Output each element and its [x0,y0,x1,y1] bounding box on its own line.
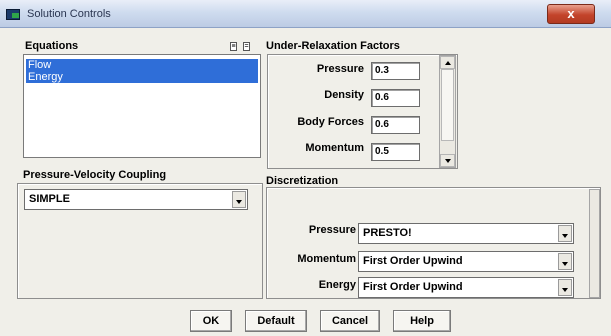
pressure-scheme-label: Pressure [308,224,356,236]
scroll-down-icon[interactable] [440,154,455,167]
momentum-relax-input[interactable]: 0.5 [371,143,420,161]
energy-scheme-label: Energy [318,279,356,291]
scroll-up-icon[interactable] [440,56,455,69]
pressure-scheme-value: PRESTO! [363,227,412,239]
discretization-scrollbar[interactable] [589,189,600,298]
equation-item-energy[interactable]: Energy [26,71,258,83]
under-relaxation-scrollbar[interactable] [439,55,456,168]
momentum-scheme-value: First Order Upwind [363,255,463,267]
pv-coupling-label: Pressure-Velocity Coupling [23,169,167,181]
equation-item-flow[interactable]: Flow [26,59,258,71]
momentum-scheme-label: Momentum [297,253,356,265]
momentum-relax-label: Momentum [305,142,364,154]
chevron-down-icon[interactable] [558,253,572,270]
select-all-button[interactable]: ≡ [230,42,237,51]
deselect-all-button[interactable]: = [243,42,250,51]
body-forces-relax-input[interactable]: 0.6 [371,116,420,134]
discretization-label: Discretization [266,175,339,187]
pressure-scheme-select[interactable]: PRESTO! [358,223,574,244]
body-forces-relax-label: Body Forces [297,116,364,128]
pv-coupling-value: SIMPLE [29,193,70,205]
energy-scheme-value: First Order Upwind [363,281,463,293]
cancel-button[interactable]: Cancel [320,310,380,332]
chevron-down-icon[interactable] [232,191,246,208]
pressure-relax-label: Pressure [316,63,364,75]
scroll-thumb[interactable] [441,69,454,141]
window-title: Solution Controls [27,8,111,20]
chevron-down-icon[interactable] [558,279,572,296]
default-button[interactable]: Default [245,310,307,332]
help-button[interactable]: Help [393,310,451,332]
pressure-relax-input[interactable]: 0.3 [371,62,420,80]
ok-button[interactable]: OK [190,310,232,332]
density-relax-input[interactable]: 0.6 [371,89,420,107]
app-icon [6,9,20,20]
under-relaxation-label: Under-Relaxation Factors [266,40,400,52]
equations-label: Equations [25,40,79,52]
chevron-down-icon[interactable] [558,225,572,242]
density-relax-label: Density [324,89,364,101]
pv-coupling-select[interactable]: SIMPLE [24,189,248,210]
energy-scheme-select[interactable]: First Order Upwind [358,277,574,298]
equations-list[interactable]: Flow Energy [23,54,261,158]
momentum-scheme-select[interactable]: First Order Upwind [358,251,574,272]
close-button[interactable]: x [547,4,595,24]
